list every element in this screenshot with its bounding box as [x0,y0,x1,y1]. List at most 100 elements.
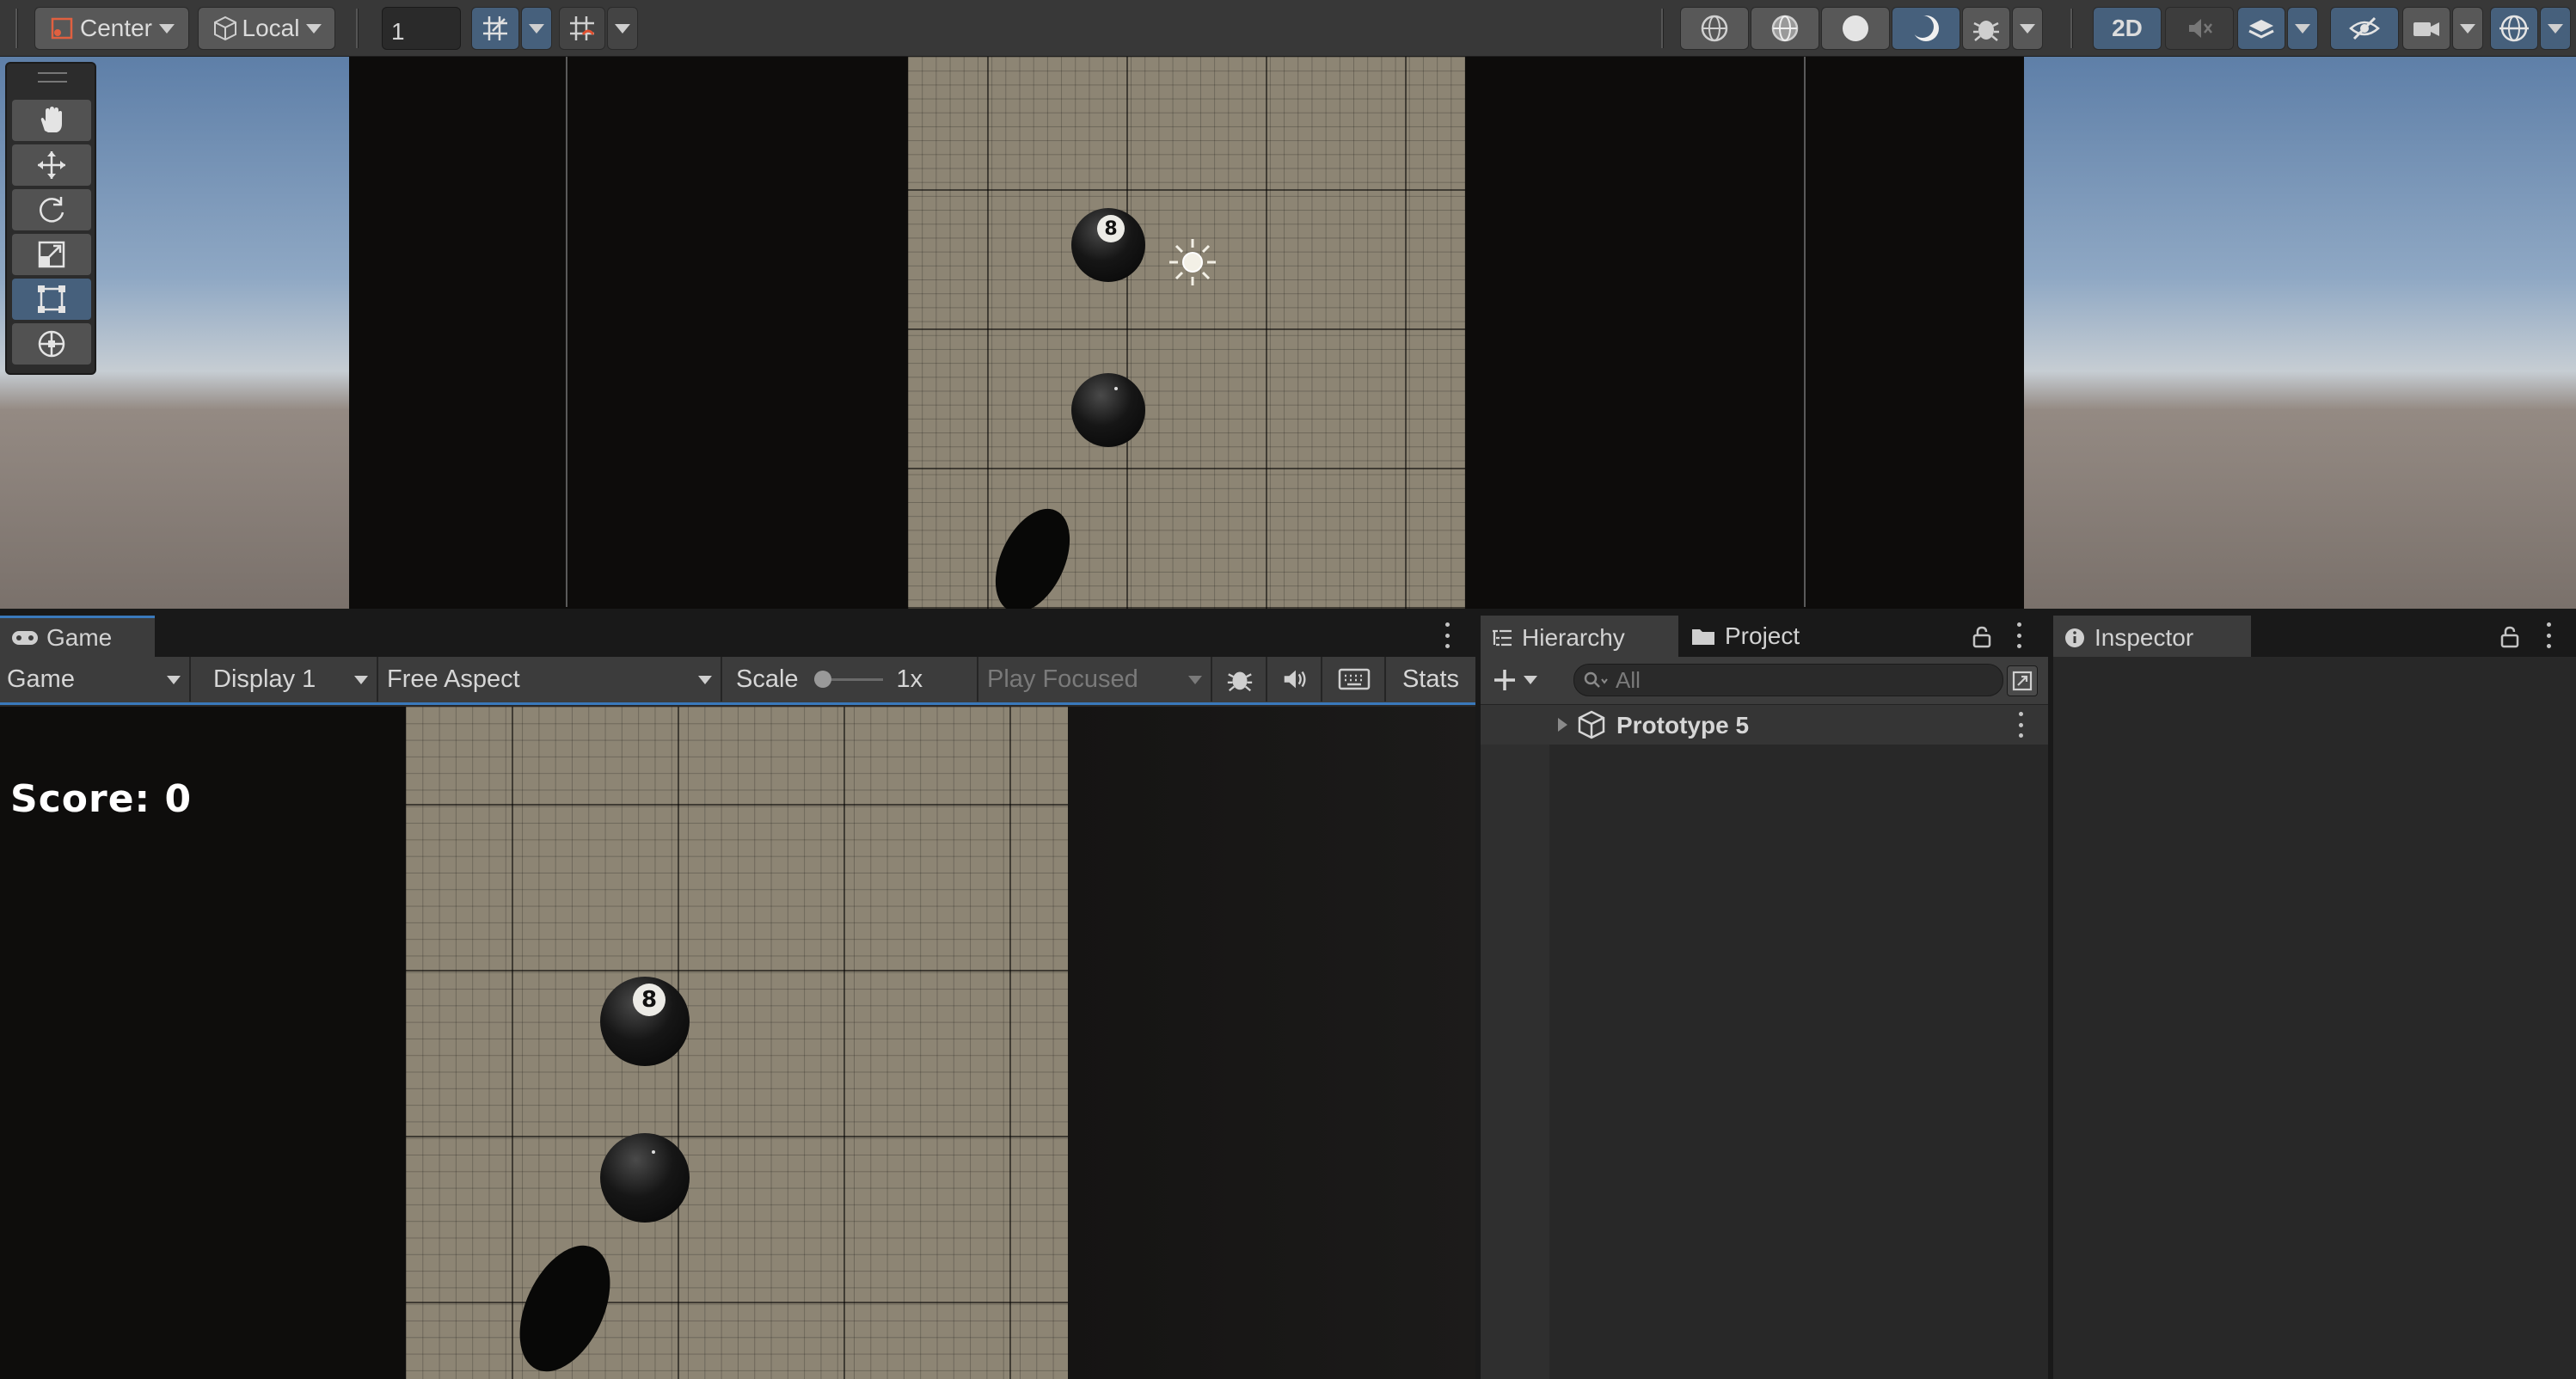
search-scene-icon [2012,671,2033,691]
hierarchy-tab-bar: Hierarchy Project [1481,612,2048,657]
more-options-icon[interactable] [1444,622,1451,648]
shaded-wireframe-sphere-icon [1771,15,1799,42]
expand-arrow-icon[interactable] [1555,715,1570,734]
search-options-button[interactable] [2007,665,2038,696]
chevron-down-icon [1188,676,1202,684]
hierarchy-indent-gutter [1481,705,1549,1379]
play-mode-dropdown[interactable]: Play Focused [980,657,1212,702]
transform-tool-button[interactable] [12,323,91,365]
chevron-down-icon [354,676,368,684]
tab-inspector[interactable]: Inspector [2053,616,2251,657]
game-view[interactable]: 8 Score: 0 [0,707,1475,1379]
speaker-mute-icon [2189,19,2212,38]
more-options-icon[interactable] [2017,712,2024,738]
game-tab-bar: Game [0,612,1475,657]
lock-icon[interactable] [2500,626,2519,648]
game-view-dropdown[interactable]: Game [0,657,191,702]
aspect-dropdown[interactable]: Free Aspect [380,657,722,702]
grid-snap-button[interactable] [471,7,519,50]
hierarchy-toolbar: All [1481,657,2048,705]
grid-visibility-button[interactable] [559,7,605,50]
ball-shadow [980,497,1085,609]
gizmos-button[interactable] [2490,7,2538,50]
tool-palette [5,62,96,375]
scene-camera-button[interactable] [2402,7,2450,50]
snap-increment-field[interactable]: 1 [382,7,461,50]
pivot-center-dropdown[interactable]: Center [34,7,189,50]
scale-slider[interactable] [813,671,883,688]
lock-icon[interactable] [1972,626,1991,648]
scale-slider-thumb[interactable] [813,671,831,688]
audio-toggle[interactable] [2165,7,2234,50]
game-panel: Game Game Display 1 Free Aspect Scale 1x… [0,612,1475,1379]
hierarchy-panel: Hierarchy Project All Prototype 5 [1481,612,2048,1379]
debug-draw-mode-button[interactable] [1962,7,2010,50]
rotate-icon [40,197,64,223]
grid-snap-dropdown[interactable] [521,7,552,50]
move-tool-button[interactable] [12,144,91,186]
bug-icon [1973,21,1999,41]
plus-icon [1494,670,1515,690]
wireframe-shading-button[interactable] [1680,7,1749,50]
scene-camera-dropdown[interactable] [2452,7,2483,50]
scene-toolbar: Center Local 1 2D [0,0,2576,57]
chevron-down-icon [167,676,181,684]
scale-tool-button[interactable] [12,234,91,275]
chevron-down-icon [306,23,322,34]
shaded-wireframe-button[interactable] [1751,7,1819,50]
directional-light-icon[interactable] [1166,236,1219,289]
hierarchy-search-input[interactable]: All [1573,664,2003,696]
tab-inspector-label: Inspector [2095,623,2194,651]
tab-hierarchy-label: Hierarchy [1522,623,1625,651]
tab-game[interactable]: Game [0,616,155,657]
tab-project[interactable]: Project [1680,616,1835,657]
scene-view[interactable]: 8 [0,57,2576,609]
scale-control: Scale 1x [724,657,978,702]
create-button[interactable] [1491,662,1551,698]
hand-tool-button[interactable] [12,100,91,141]
mode-2d-toggle[interactable]: 2D [2093,7,2162,50]
hierarchy-item-prototype-5[interactable]: Prototype 5 [1481,705,2048,745]
effects-toggle[interactable] [2237,7,2285,50]
rect-tool-button[interactable] [12,279,91,320]
chevron-down-icon [529,23,544,34]
chevron-down-icon [698,676,712,684]
drag-handle-icon[interactable] [38,72,67,83]
eight-ball: 8 [600,977,690,1066]
camera-frame-line [1804,57,1806,607]
shaded-button[interactable] [1821,7,1890,50]
more-options-icon[interactable] [2015,622,2022,648]
aspect-label: Free Aspect [387,665,520,693]
folder-icon [1692,629,1714,645]
tab-hierarchy[interactable]: Hierarchy [1481,616,1678,657]
hierarchy-list-icon [1493,629,1512,646]
chevron-down-icon [2020,23,2035,34]
scene-visibility-toggle[interactable] [2330,7,2399,50]
game-view-label: Game [7,665,75,693]
chevron-down-icon [2460,23,2475,34]
lighting-shading-button[interactable] [1892,7,1960,50]
eye-hidden-icon [2349,16,2380,40]
shortcuts-button[interactable] [1324,657,1386,702]
chevron-down-icon [2548,23,2563,34]
display-dropdown[interactable]: Display 1 [193,657,378,702]
scene-ground-plane[interactable]: 8 [908,57,1465,609]
speaker-icon [1284,670,1306,689]
gizmos-dropdown[interactable] [2540,7,2571,50]
frame-debugger-button[interactable] [1214,657,1267,702]
rotate-tool-button[interactable] [12,189,91,230]
grid-settings-dropdown[interactable] [607,7,638,50]
enemy-ball[interactable] [1071,373,1145,447]
search-placeholder: All [1616,666,1641,693]
space-local-dropdown[interactable]: Local [198,7,335,50]
gamepad-icon [12,630,38,645]
debug-draw-mode-dropdown[interactable] [2012,7,2043,50]
chevron-down-icon [615,23,630,34]
effects-dropdown[interactable] [2287,7,2318,50]
more-options-icon[interactable] [2545,622,2552,648]
display-label: Display 1 [213,665,316,693]
mute-audio-button[interactable] [1269,657,1322,702]
scale-label: Scale [736,665,799,693]
stats-button[interactable]: Stats [1388,657,1474,702]
eight-ball[interactable]: 8 [1071,208,1145,282]
